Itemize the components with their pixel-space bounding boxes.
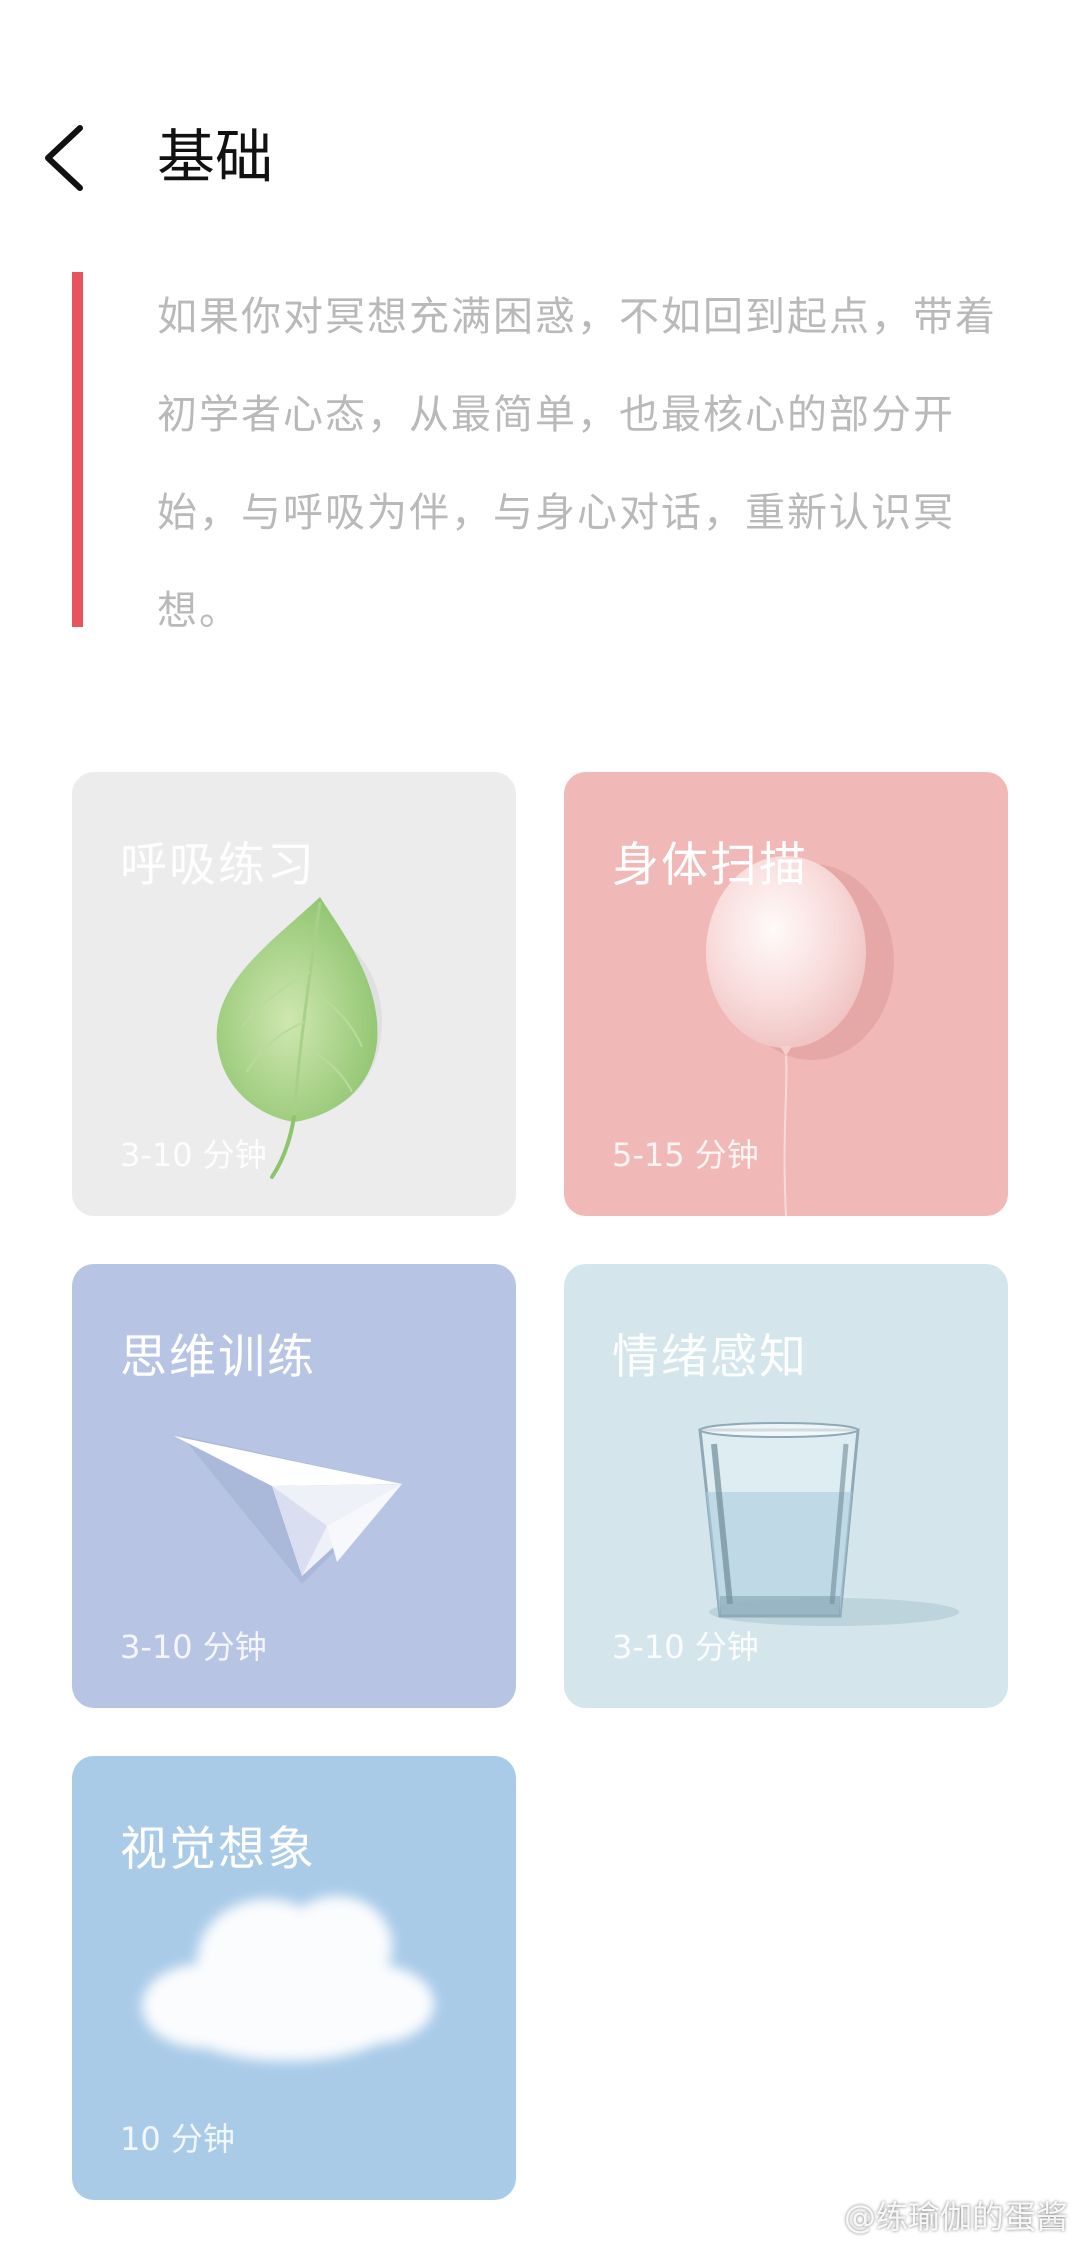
card-duration: 3-10 分钟	[120, 1628, 267, 1666]
card-title: 情绪感知	[612, 1330, 808, 1385]
watermark: @练瑜伽的蛋酱	[843, 2198, 1068, 2236]
card-duration: 5-15 分钟	[612, 1136, 759, 1174]
chevron-left-icon	[45, 125, 83, 191]
back-button[interactable]	[38, 118, 108, 198]
card-emotion-perception[interactable]: 情绪感知 3-10 分钟	[564, 1264, 1008, 1708]
header: 基础	[0, 0, 1080, 230]
intro-quote: 如果你对冥想充满困惑，不如回到起点，带着初学者心态，从最简单，也最核心的部分开始…	[72, 272, 1012, 634]
card-title: 呼吸练习	[120, 838, 316, 893]
intro-text: 如果你对冥想充满困惑，不如回到起点，带着初学者心态，从最简单，也最核心的部分开始…	[157, 294, 997, 634]
card-duration: 3-10 分钟	[612, 1628, 759, 1666]
quote-accent-bar	[72, 272, 83, 627]
card-breathing-practice[interactable]: 呼吸练习 3-10 分钟	[72, 772, 516, 1216]
card-duration: 10 分钟	[120, 2120, 235, 2158]
card-duration: 3-10 分钟	[120, 1136, 267, 1174]
card-title: 视觉想象	[120, 1822, 316, 1877]
card-thinking-training[interactable]: 思维训练 3-10 分钟	[72, 1264, 516, 1708]
page-title: 基础	[157, 123, 274, 191]
card-visual-imagination[interactable]: 视觉想象 10 分钟	[72, 1756, 516, 2200]
card-title: 思维训练	[120, 1330, 316, 1385]
card-title: 身体扫描	[612, 838, 808, 893]
card-body-scan[interactable]: 身体扫描 5-15 分钟	[564, 772, 1008, 1216]
